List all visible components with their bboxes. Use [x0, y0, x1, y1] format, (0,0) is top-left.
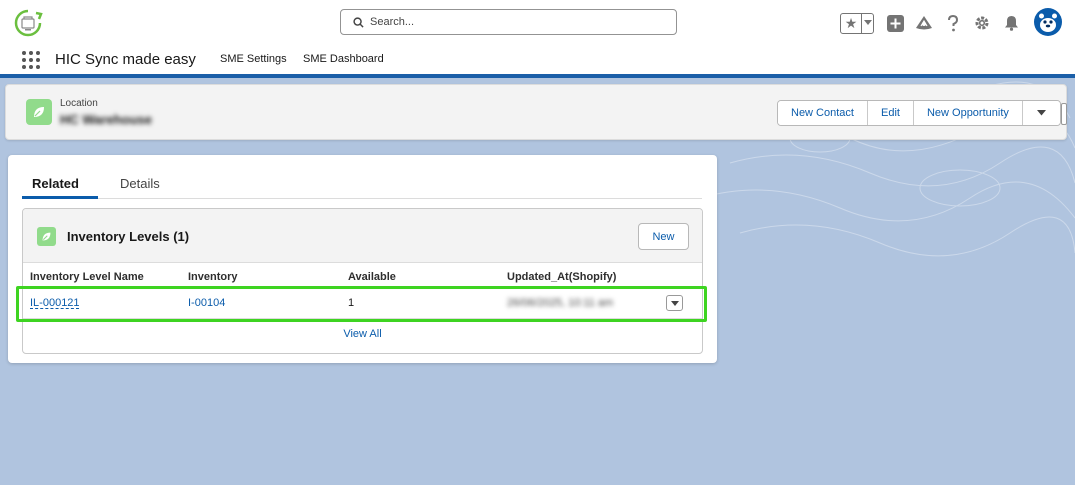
help-icon[interactable]: [944, 14, 962, 32]
new-inventory-level-button[interactable]: New: [638, 223, 689, 250]
location-record-icon: [26, 99, 52, 125]
column-header-available: Available: [348, 271, 396, 283]
favorites-list-chevron-down-icon[interactable]: [862, 14, 873, 33]
app-logo-icon[interactable]: [12, 8, 44, 38]
record-tabs: Related Details: [22, 171, 702, 199]
column-header-inventory-level-name: Inventory Level Name: [30, 271, 144, 283]
inventory-link[interactable]: I-00104: [188, 297, 225, 309]
column-header-updated-at-shopify: Updated_At(Shopify): [507, 271, 617, 283]
favorites-button-group: ★: [840, 12, 874, 34]
view-all-link[interactable]: View All: [23, 328, 702, 340]
record-highlights-panel: Location HC Warehouse New Contact Edit N…: [5, 84, 1067, 140]
new-contact-button[interactable]: New Contact: [778, 101, 868, 125]
nav-item-sme-settings[interactable]: SME Settings: [220, 53, 287, 65]
row-actions-chevron-down-icon[interactable]: [666, 295, 683, 311]
related-list-title[interactable]: Inventory Levels (1): [67, 229, 189, 244]
app-name: HIC Sync made easy: [55, 51, 196, 68]
tab-related[interactable]: Related: [32, 176, 79, 191]
column-header-inventory: Inventory: [188, 271, 238, 283]
search-icon: [353, 16, 364, 28]
app-navigation-bar: HIC Sync made easy SME Settings SME Dash…: [0, 44, 1075, 74]
related-list-header: Inventory Levels (1) New: [23, 209, 702, 263]
record-name: HC Warehouse: [60, 112, 152, 127]
search-input[interactable]: [370, 16, 650, 28]
global-header: ★: [0, 0, 1075, 44]
available-value: 1: [348, 297, 355, 309]
new-opportunity-button[interactable]: New Opportunity: [913, 101, 1023, 125]
setup-gear-icon[interactable]: [973, 14, 991, 32]
record-type-label: Location: [60, 98, 98, 109]
inventory-levels-related-list: Inventory Levels (1) New Inventory Level…: [22, 208, 703, 354]
tab-details[interactable]: Details: [120, 176, 160, 191]
global-search[interactable]: [340, 9, 677, 35]
nav-item-sme-dashboard[interactable]: SME Dashboard: [303, 53, 384, 65]
table-divider: [23, 288, 702, 289]
inventory-level-name-link[interactable]: IL-000121: [30, 297, 80, 309]
more-actions-chevron-down-icon[interactable]: [1022, 101, 1060, 125]
favorites-star-icon[interactable]: ★: [841, 13, 862, 33]
trailhead-guide-icon[interactable]: [915, 14, 933, 32]
active-tab-indicator: [22, 196, 98, 199]
edit-button[interactable]: Edit: [867, 101, 914, 125]
app-launcher-waffle-icon[interactable]: [22, 51, 40, 69]
record-action-buttons: New Contact Edit New Opportunity: [777, 100, 1061, 126]
updated-at-value: 26/06/2025, 10:11 am: [507, 297, 614, 309]
related-details-card: Related Details Inventory Levels (1) New…: [8, 155, 717, 363]
user-avatar[interactable]: [1034, 8, 1062, 36]
header-utilities: ★: [840, 8, 1062, 36]
global-actions-plus-icon[interactable]: [886, 14, 904, 32]
panel-scroll-handle[interactable]: [1061, 103, 1067, 125]
table-divider: [23, 318, 702, 319]
inventory-levels-object-icon: [37, 227, 56, 246]
notifications-bell-icon[interactable]: [1002, 14, 1020, 32]
